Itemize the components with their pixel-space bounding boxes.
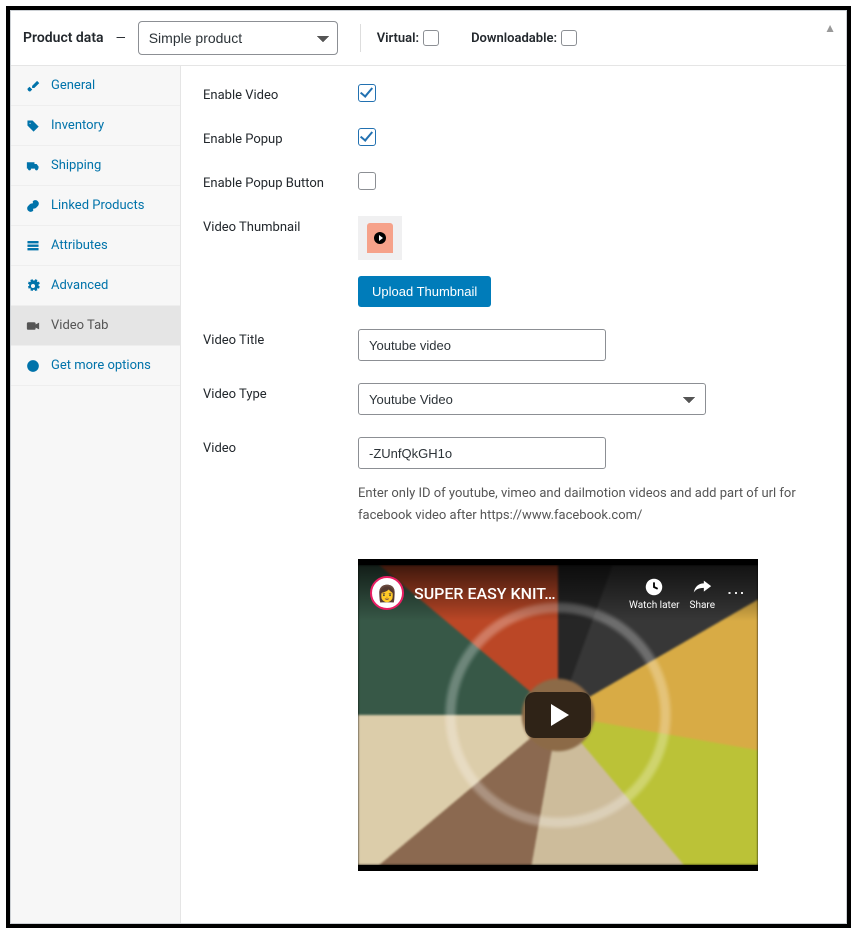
video-type-label: Video Type bbox=[203, 383, 358, 402]
truck-icon bbox=[25, 159, 41, 173]
product-type-select[interactable]: Simple product bbox=[138, 21, 338, 55]
tab-inventory[interactable]: Inventory bbox=[11, 106, 180, 146]
tab-label: Attributes bbox=[51, 238, 108, 253]
upload-thumbnail-button[interactable]: Upload Thumbnail bbox=[358, 276, 491, 307]
tag-icon bbox=[25, 119, 41, 133]
dash: — bbox=[116, 31, 126, 46]
share-icon bbox=[691, 576, 713, 598]
video-title-input[interactable] bbox=[358, 329, 606, 361]
tab-shipping[interactable]: Shipping bbox=[11, 146, 180, 186]
panel-title: Product data bbox=[23, 30, 104, 46]
panel-header: Product data — Simple product Virtual: D… bbox=[11, 11, 846, 66]
tab-video[interactable]: Video Tab bbox=[11, 306, 180, 346]
virtual-label: Virtual: bbox=[377, 31, 419, 46]
downloadable-option[interactable]: Downloadable: bbox=[471, 30, 577, 46]
enable-popup-button-checkbox[interactable] bbox=[358, 172, 376, 190]
thumbnail-preview[interactable] bbox=[358, 216, 402, 260]
video-preview[interactable]: 👩 SUPER EASY KNIT… Watch later Share bbox=[358, 559, 758, 871]
play-icon bbox=[374, 232, 386, 244]
watch-later-button[interactable]: Watch later bbox=[629, 576, 679, 611]
tab-advanced[interactable]: Advanced bbox=[11, 266, 180, 306]
tab-label: Linked Products bbox=[51, 198, 144, 213]
downloadable-label: Downloadable: bbox=[471, 31, 557, 46]
tab-label: Advanced bbox=[51, 278, 108, 293]
video-help-text: Enter only ID of youtube, vimeo and dail… bbox=[358, 483, 824, 527]
thumbnail-image bbox=[367, 223, 393, 253]
list-icon bbox=[25, 239, 41, 253]
enable-popup-button-label: Enable Popup Button bbox=[203, 172, 358, 191]
video-title-label: Video Title bbox=[203, 329, 358, 348]
virtual-checkbox[interactable] bbox=[423, 30, 439, 46]
plus-icon bbox=[25, 359, 41, 373]
video-label: Video bbox=[203, 437, 358, 456]
video-overlay-top: 👩 SUPER EASY KNIT… Watch later Share bbox=[358, 565, 758, 621]
enable-video-checkbox[interactable] bbox=[358, 84, 376, 102]
wrench-icon bbox=[25, 79, 41, 93]
tab-label: Get more options bbox=[51, 358, 151, 373]
collapse-icon[interactable]: ▲ bbox=[824, 21, 836, 35]
tab-linked-products[interactable]: Linked Products bbox=[11, 186, 180, 226]
enable-popup-checkbox[interactable] bbox=[358, 128, 376, 146]
clock-icon bbox=[643, 576, 665, 598]
product-data-panel: Product data — Simple product Virtual: D… bbox=[10, 10, 847, 924]
tab-label: Shipping bbox=[51, 158, 101, 173]
tab-get-more-options[interactable]: Get more options bbox=[11, 346, 180, 386]
link-icon bbox=[25, 199, 41, 213]
tab-label: Inventory bbox=[51, 118, 104, 133]
channel-avatar[interactable]: 👩 bbox=[370, 576, 404, 610]
virtual-option[interactable]: Virtual: bbox=[377, 30, 439, 46]
play-button[interactable] bbox=[525, 692, 591, 738]
downloadable-checkbox[interactable] bbox=[561, 30, 577, 46]
tab-label: General bbox=[51, 78, 95, 93]
gear-icon bbox=[25, 279, 41, 293]
content-area: Enable Video Enable Popup Enable Popup B… bbox=[181, 66, 846, 923]
tab-general[interactable]: General bbox=[11, 66, 180, 106]
enable-popup-label: Enable Popup bbox=[203, 128, 358, 147]
tab-label: Video Tab bbox=[51, 318, 108, 333]
tab-attributes[interactable]: Attributes bbox=[11, 226, 180, 266]
video-menu-button[interactable]: ⋮ bbox=[725, 584, 746, 603]
separator bbox=[360, 24, 361, 52]
video-preview-title[interactable]: SUPER EASY KNIT… bbox=[414, 584, 619, 603]
video-thumbnail-label: Video Thumbnail bbox=[203, 216, 358, 235]
enable-video-label: Enable Video bbox=[203, 84, 358, 103]
video-type-select[interactable]: Youtube Video bbox=[358, 383, 706, 415]
sidebar-tabs: General Inventory Shipping Linked Produc… bbox=[11, 66, 181, 923]
camera-icon bbox=[25, 319, 41, 333]
video-id-input[interactable] bbox=[358, 437, 606, 469]
share-button[interactable]: Share bbox=[690, 576, 715, 611]
